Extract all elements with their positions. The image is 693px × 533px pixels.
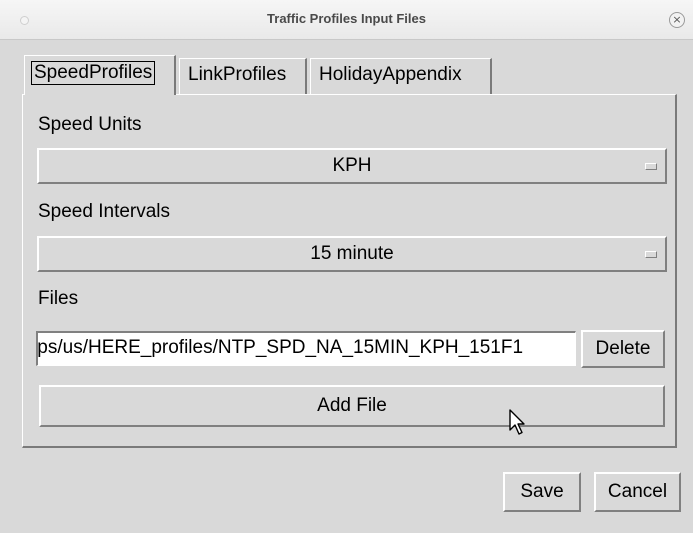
speed-units-select[interactable]: KPH (37, 148, 667, 184)
tab-speedprofiles[interactable]: SpeedProfiles (24, 55, 176, 95)
speed-units-value: KPH (332, 155, 372, 176)
save-button[interactable]: Save (503, 472, 581, 512)
window-title: Traffic Profiles Input Files (267, 11, 426, 26)
speed-intervals-label: Speed Intervals (38, 201, 171, 222)
add-file-button[interactable]: Add File (39, 385, 665, 427)
cancel-button[interactable]: Cancel (594, 472, 681, 512)
close-button[interactable]: × (669, 12, 685, 28)
mouse-pointer-icon (509, 409, 525, 435)
tab-holidayappendix[interactable]: HolidayAppendix (310, 58, 492, 94)
tab-linkprofiles[interactable]: LinkProfiles (179, 58, 307, 94)
speed-units-label: Speed Units (38, 114, 142, 135)
title-bar[interactable]: Traffic Profiles Input Files × (0, 0, 693, 40)
files-label: Files (38, 288, 79, 309)
option-menu-indicator-icon (645, 163, 657, 170)
tab-holidayappendix-label: HolidayAppendix (319, 64, 462, 85)
traffic-profiles-dialog: Traffic Profiles Input Files × SpeedProf… (0, 0, 693, 533)
option-menu-indicator-icon (645, 251, 657, 258)
speed-intervals-value: 15 minute (310, 243, 394, 264)
file-path-value: ıps/us/HERE_profiles/NTP_SPD_NA_15MIN_KP… (36, 337, 524, 358)
file-path-input[interactable]: ıps/us/HERE_profiles/NTP_SPD_NA_15MIN_KP… (36, 331, 576, 366)
tab-linkprofiles-label: LinkProfiles (188, 64, 287, 85)
delete-button[interactable]: Delete (581, 330, 665, 368)
tab-speedprofiles-label: SpeedProfiles (31, 61, 156, 85)
speed-intervals-select[interactable]: 15 minute (37, 236, 667, 272)
